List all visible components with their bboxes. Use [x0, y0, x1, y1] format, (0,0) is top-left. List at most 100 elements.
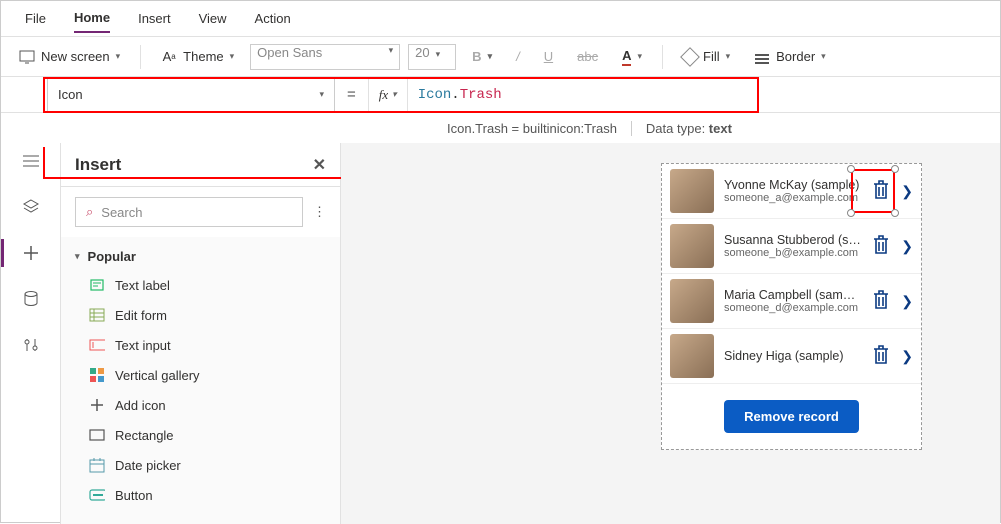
chevron-right-icon[interactable]: ❯ [901, 183, 913, 200]
search-icon: ⌕ [86, 204, 93, 220]
insert-item-label: Add icon [115, 398, 166, 413]
insert-item-label: Edit form [115, 308, 167, 323]
insert-item[interactable]: Date picker [61, 450, 340, 480]
textlabel-icon [89, 277, 105, 293]
trash-icon[interactable] [871, 344, 891, 369]
insert-item[interactable]: Add icon [61, 390, 340, 420]
menubar: File Home Insert View Action [1, 1, 1000, 37]
insert-item-label: Text label [115, 278, 170, 293]
menu-action[interactable]: Action [255, 5, 291, 32]
fill-label: Fill [703, 49, 720, 64]
datepicker-icon [89, 457, 105, 473]
insert-item-label: Button [115, 488, 153, 503]
italic-button[interactable]: / [508, 45, 528, 68]
group-popular[interactable]: ▾ Popular [61, 243, 340, 270]
border-button[interactable]: Border ▾ [746, 45, 834, 69]
textinput-icon [89, 337, 105, 353]
equals-label: = [335, 77, 368, 112]
fontcolor-button[interactable]: A ▾ [614, 44, 650, 70]
close-icon[interactable]: ✕ [313, 155, 326, 175]
search-input[interactable]: ⌕ Search [75, 197, 303, 227]
chevron-right-icon[interactable]: ❯ [901, 293, 913, 310]
insert-item-label: Rectangle [115, 428, 174, 443]
button-icon [89, 487, 105, 503]
border-label: Border [776, 49, 815, 64]
trash-icon[interactable] [871, 234, 891, 259]
strike-button[interactable]: abc [569, 45, 606, 68]
avatar [670, 279, 714, 323]
left-rail [1, 143, 61, 524]
chevron-down-icon: ▾ [230, 51, 235, 62]
contact-name: Sidney Higa (sample) [724, 349, 861, 363]
chevron-right-icon[interactable]: ❯ [901, 348, 913, 365]
chevron-down-icon: ▾ [75, 251, 80, 262]
formula-bar: Icon ▾ = fx ▾ Icon.Trash [1, 77, 1000, 113]
chevron-down-icon: ▾ [319, 89, 324, 100]
underline-button[interactable]: U [536, 45, 561, 68]
addicon-icon [89, 397, 105, 413]
fontsize-select[interactable]: 20▾ [408, 44, 456, 70]
gallery-icon [89, 367, 105, 383]
formula-hint: Icon.Trash = builtinicon:Trash Data type… [433, 113, 1000, 143]
insert-item-label: Date picker [115, 458, 181, 473]
new-screen-button[interactable]: New screen ▾ [11, 45, 128, 69]
rail-tree-icon[interactable] [21, 151, 41, 171]
hint-datatype: Data type: text [632, 121, 746, 136]
gallery-card[interactable]: Maria Campbell (sample)someone_d@example… [662, 274, 921, 329]
insert-item-label: Vertical gallery [115, 368, 200, 383]
contact-name: Susanna Stubberod (sample) [724, 233, 861, 247]
fx-button[interactable]: fx ▾ [368, 77, 408, 112]
fill-button[interactable]: Fill ▾ [675, 45, 738, 68]
menu-insert[interactable]: Insert [138, 5, 171, 32]
chevron-down-icon: ▾ [116, 51, 121, 62]
contact-name: Yvonne McKay (sample) [724, 178, 861, 192]
more-icon[interactable]: ⋮ [313, 204, 326, 220]
rail-layers-icon[interactable] [21, 197, 41, 217]
rail-insert-icon[interactable] [21, 243, 41, 263]
theme-button[interactable]: Aa Theme ▾ [153, 45, 242, 69]
menu-view[interactable]: View [199, 5, 227, 32]
insert-panel: Insert ✕ ⌕ Search ⋮ ▾ Popular Text label… [61, 143, 341, 524]
menu-home[interactable]: Home [74, 4, 110, 33]
contact-email: someone_b@example.com [724, 247, 861, 259]
rail-settings-icon[interactable] [21, 335, 41, 355]
insert-item[interactable]: Button [61, 480, 340, 510]
insert-list: ▾ Popular Text label Edit form Text input V… [61, 237, 340, 524]
contact-email: someone_a@example.com [724, 192, 861, 204]
theme-label: Theme [183, 49, 223, 64]
trash-icon[interactable] [871, 179, 891, 204]
border-icon [754, 49, 770, 65]
insert-item[interactable]: Rectangle [61, 420, 340, 450]
menu-file[interactable]: File [25, 5, 46, 32]
font-select[interactable]: Open Sans▾ [250, 44, 400, 70]
fill-icon [680, 47, 700, 67]
chevron-down-icon: ▾ [392, 89, 397, 100]
insert-item[interactable]: Text input [61, 330, 340, 360]
chevron-right-icon[interactable]: ❯ [901, 238, 913, 255]
trash-icon[interactable] [871, 289, 891, 314]
separator [662, 45, 663, 69]
insert-item[interactable]: Edit form [61, 300, 340, 330]
avatar [670, 334, 714, 378]
remove-record-button[interactable]: Remove record [724, 400, 859, 433]
main: Insert ✕ ⌕ Search ⋮ ▾ Popular Text label… [1, 143, 1000, 524]
chevron-down-icon: ▾ [726, 51, 731, 62]
bold-button[interactable]: B ▾ [464, 45, 500, 68]
gallery-card[interactable]: Susanna Stubberod (sample)someone_b@exam… [662, 219, 921, 274]
canvas: Yvonne McKay (sample)someone_a@example.c… [341, 143, 1000, 524]
insert-item[interactable]: Text label [61, 270, 340, 300]
chevron-down-icon: ▾ [821, 51, 826, 62]
rectangle-icon [89, 427, 105, 443]
rail-data-icon[interactable] [21, 289, 41, 309]
hint-evaluation: Icon.Trash = builtinicon:Trash [433, 121, 632, 136]
gallery-card[interactable]: Sidney Higa (sample) ❯ [662, 329, 921, 384]
insert-item[interactable]: Vertical gallery [61, 360, 340, 390]
gallery-card[interactable]: Yvonne McKay (sample)someone_a@example.c… [662, 164, 921, 219]
avatar [670, 169, 714, 213]
formula-input[interactable]: Icon.Trash [408, 77, 1000, 112]
vertical-gallery: Yvonne McKay (sample)someone_a@example.c… [661, 163, 922, 450]
contact-email: someone_d@example.com [724, 302, 861, 314]
property-select[interactable]: Icon ▾ [47, 77, 335, 112]
separator [140, 45, 141, 69]
avatar [670, 224, 714, 268]
